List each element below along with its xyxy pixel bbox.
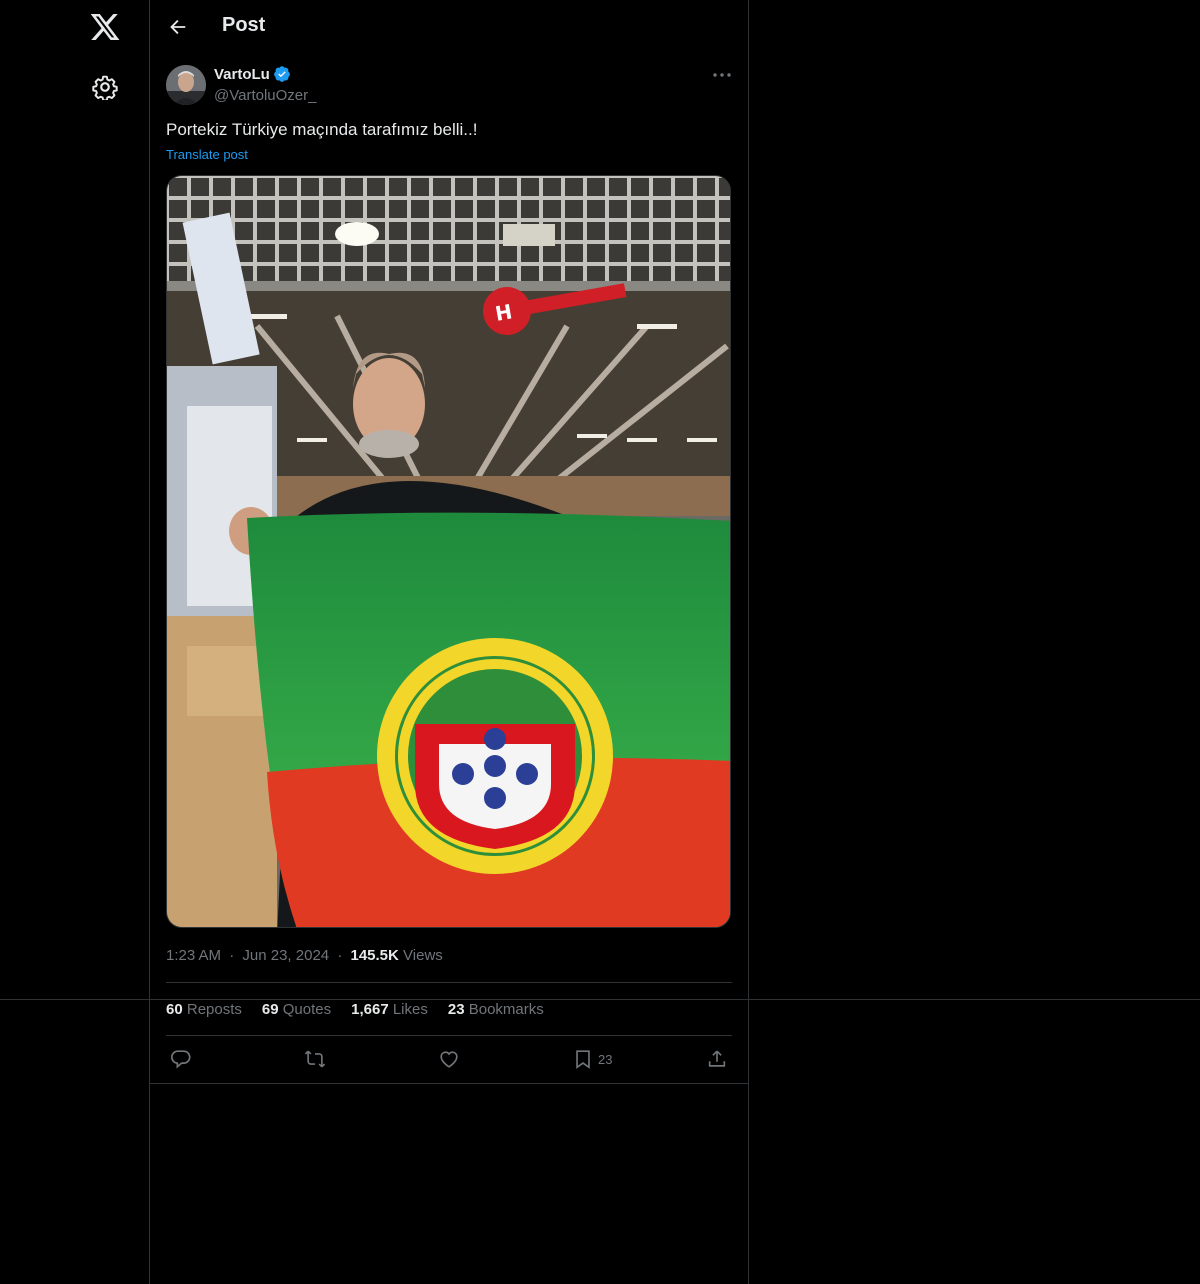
post-text: Portekiz Türkiye maçında tarafımız belli… [166,120,478,139]
post-image[interactable]: H [166,175,731,928]
quotes-count: 69 [261,1001,279,1018]
reposts-label: Reposts [186,1001,242,1018]
divider [166,1035,732,1036]
bookmarks-count: 23 [447,1001,465,1018]
horizontal-rule [0,999,1200,1000]
likes-count: 1,667 [351,1001,389,1018]
post-column: Post VartoLu @VartoluOzer_ Portekiz Türk… [150,0,749,1284]
divider [166,982,732,983]
reposts-count: 60 [166,1001,183,1018]
post-date[interactable]: Jun 23, 2024 [242,947,329,964]
views-count: 145.5K [350,947,399,964]
translate-post-link[interactable]: Translate post [166,147,248,162]
quotes-stat[interactable]: 69 Quotes [262,1001,331,1018]
meta-separator: · [337,947,343,964]
likes-stat[interactable]: 1,667 Likes [351,1001,428,1018]
action-bar: 23 [166,1046,732,1072]
engagement-stats: 60 Reposts 69 Quotes 1,667 Likes 23 Book… [166,1001,544,1018]
post-time[interactable]: 1:23 AM [166,947,221,964]
post-meta: 1:23 AM · Jun 23, 2024 · 145.5K Views [166,947,443,964]
meta-separator: · [229,947,235,964]
share-icon [708,1050,726,1067]
x-logo-icon[interactable] [89,11,121,43]
reply-icon [171,1050,191,1069]
quotes-label: Quotes [282,1001,332,1018]
divider [150,1083,748,1084]
bookmarks-stat[interactable]: 23 Bookmarks [448,1001,544,1018]
gear-icon[interactable] [92,74,118,100]
bookmark-count: 23 [598,1051,613,1067]
back-arrow-icon[interactable] [166,16,188,38]
repost-icon [304,1050,326,1068]
repost-button[interactable] [303,1046,327,1072]
likes-label: Likes [392,1001,428,1018]
views-label: Views [403,947,443,964]
page-title: Post [222,14,266,36]
reply-button[interactable] [170,1046,192,1072]
share-button[interactable] [706,1046,728,1072]
display-name[interactable]: VartoLu [214,66,270,83]
author-handle[interactable]: @VartoluOzer_ [214,87,317,104]
left-nav [0,0,150,1284]
more-options-icon[interactable] [710,66,734,84]
bookmark-button[interactable]: 23 [572,1046,612,1072]
bookmarks-label: Bookmarks [468,1001,544,1018]
avatar[interactable] [166,65,206,105]
verified-badge-icon [273,66,290,82]
reposts-stat[interactable]: 60 Reposts [166,1001,242,1018]
author-name-row[interactable]: VartoLu [214,65,291,83]
like-button[interactable] [438,1046,460,1072]
bookmark-icon [576,1050,590,1069]
heart-icon [440,1051,458,1068]
